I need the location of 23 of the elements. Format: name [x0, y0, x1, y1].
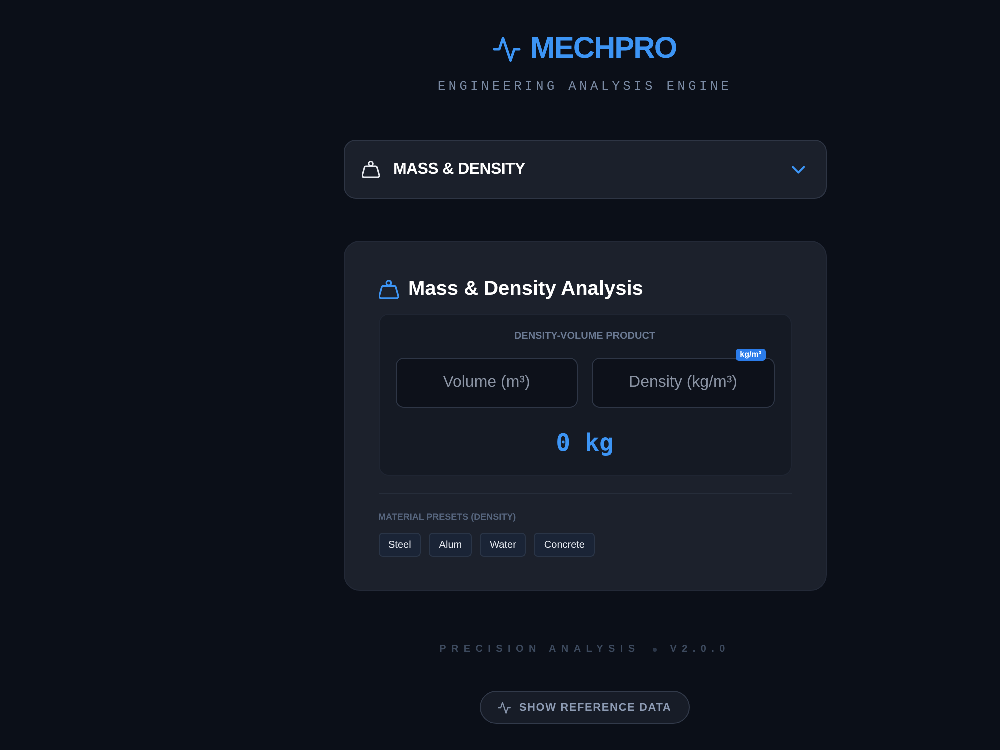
pulse-icon [493, 36, 522, 62]
app-subtitle: ENGINEERING ANALYSIS ENGINE [438, 78, 732, 96]
separator-dot-icon [653, 648, 658, 652]
presets-label: MATERIAL PRESETS (DENSITY) [378, 511, 518, 523]
preset-button[interactable]: Concrete [534, 533, 595, 557]
unit-badge: kg/m³ [736, 349, 766, 361]
footer-text: PRECISION ANALYSIS [440, 643, 640, 657]
weight-icon [378, 280, 398, 298]
result-value: 0 kg [556, 428, 614, 458]
chevron-down-icon [792, 166, 804, 174]
preset-button[interactable]: Steel [378, 533, 422, 557]
reference-button[interactable]: SHOW REFERENCE DATA [480, 691, 690, 724]
input-field[interactable]: Volume (m³) [396, 358, 578, 408]
card-title: Mass & Density Analysis [408, 277, 644, 302]
weight-icon [362, 161, 380, 178]
preset-button[interactable]: Alum [429, 533, 472, 557]
pulse-icon [498, 702, 512, 714]
module-dropdown[interactable]: MASS & DENSITY [344, 140, 826, 199]
app-title: MECHPRO [530, 31, 677, 67]
preset-button[interactable]: Water [480, 533, 526, 557]
input-field[interactable]: Density (kg/m³) [592, 358, 774, 408]
footer-text: V2.0.0 [670, 643, 730, 657]
calculator-label: DENSITY-VOLUME PRODUCT [514, 330, 656, 344]
